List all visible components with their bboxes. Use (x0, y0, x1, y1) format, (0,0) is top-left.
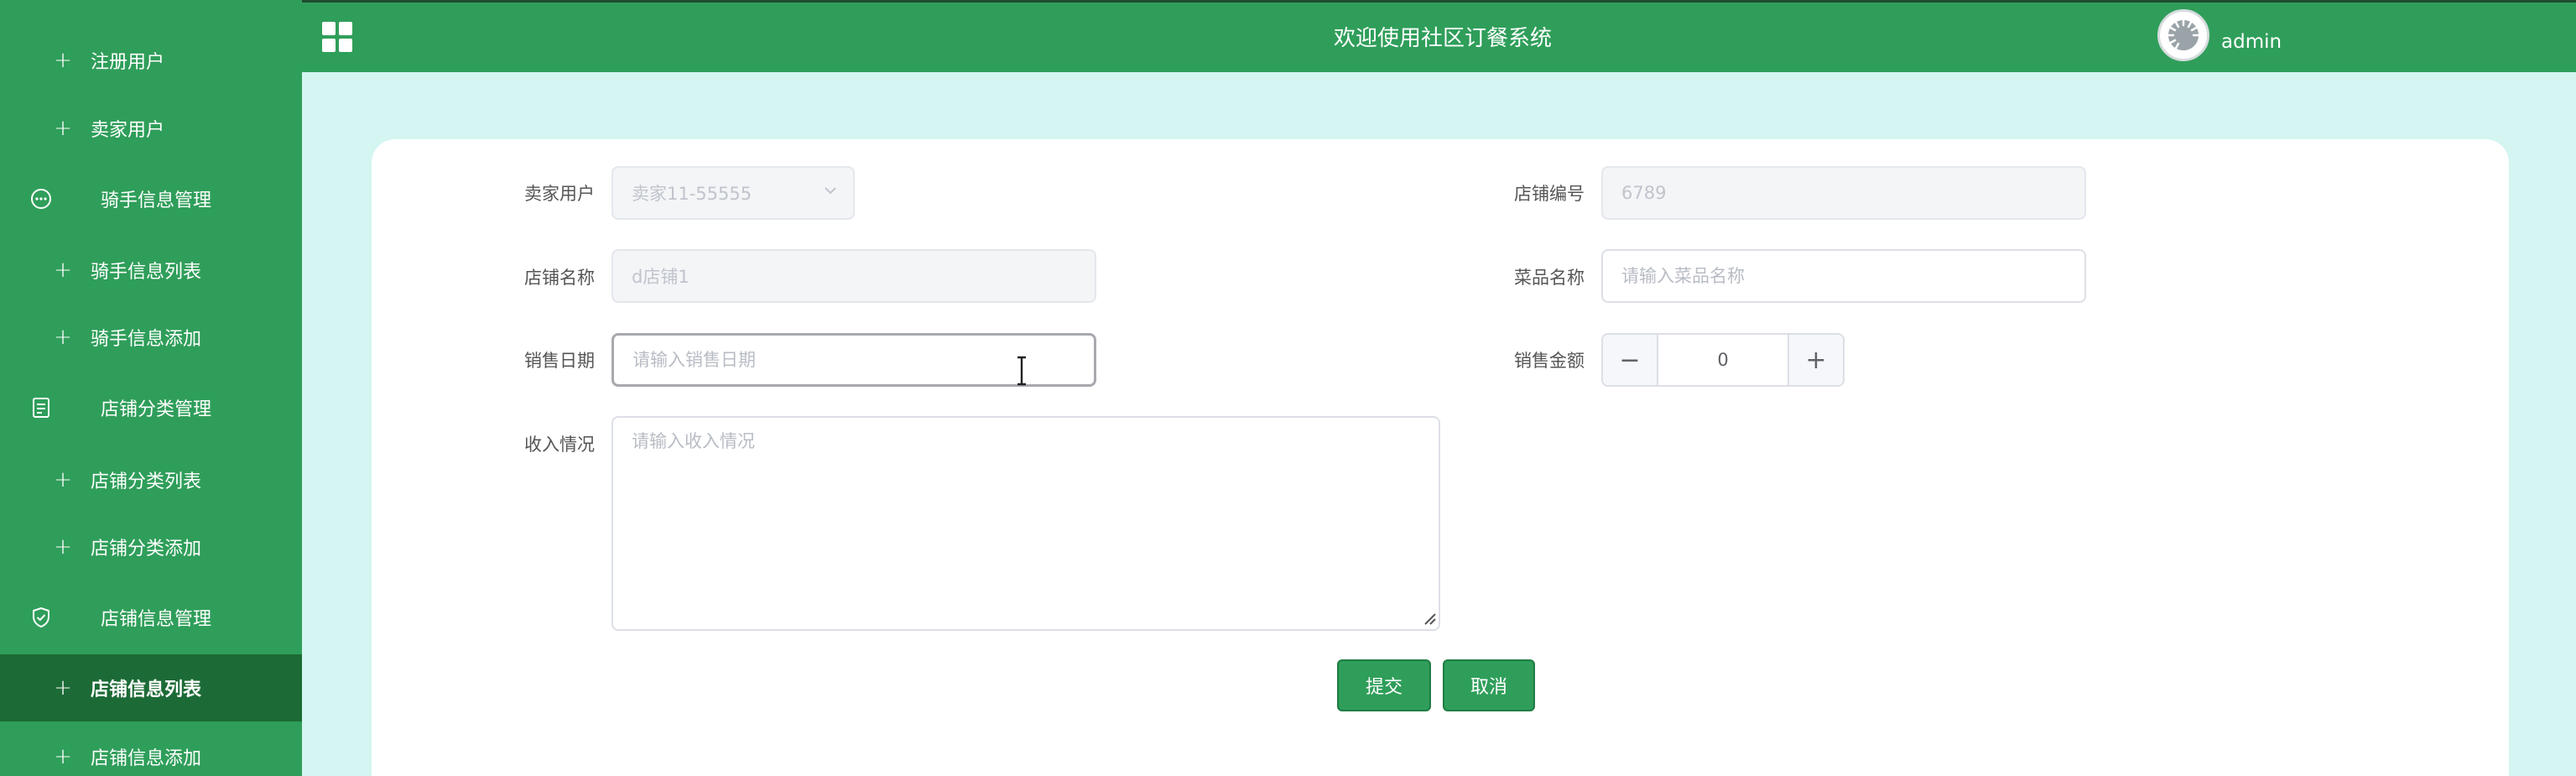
sidebar-group-label: 骑手信息管理 (101, 190, 212, 211)
sidebar-item-label: 店铺分类添加 (91, 539, 202, 560)
seller-select[interactable] (611, 166, 855, 220)
sidebar-group-label: 店铺信息管理 (101, 609, 212, 630)
plus-icon: + (54, 534, 72, 560)
plus-icon: + (54, 116, 72, 141)
shop-name-label: 店铺名称 (524, 268, 595, 288)
plus-icon: + (54, 258, 72, 283)
sale-date-label: 销售日期 (524, 351, 595, 371)
sidebar-item-label: 店铺分类列表 (91, 471, 202, 492)
plus-icon: + (54, 48, 72, 73)
app-title: 欢迎使用社区订餐系统 (1334, 26, 1553, 51)
sale-amount-value[interactable]: 0 (1658, 335, 1788, 385)
sidebar-item-rider-add[interactable]: + 骑手信息添加 (0, 304, 302, 371)
decrement-button[interactable]: − (1603, 335, 1658, 385)
avatar[interactable] (2157, 9, 2209, 61)
sidebar-group-label: 店铺分类管理 (101, 399, 212, 420)
seller-label: 卖家用户 (524, 184, 595, 204)
shop-no-label: 店铺编号 (1514, 184, 1585, 204)
plus-icon: + (54, 467, 72, 492)
sidebar-group-rider-management[interactable]: 骑手信息管理 (0, 164, 302, 234)
sidebar-group-shop-info-management[interactable]: 店铺信息管理 (0, 582, 302, 653)
sidebar-item-label: 骑手信息添加 (91, 329, 202, 350)
text-cursor-icon (1017, 356, 1026, 386)
sidebar: + 注册用户 + 卖家用户 骑手信息管理 + 骑手信息列表 + 骑手信息添加 店… (0, 0, 302, 776)
sidebar-item-shop-info-list[interactable]: + 店铺信息列表 (0, 654, 302, 721)
income-textarea[interactable] (611, 416, 1440, 631)
document-icon (29, 395, 54, 420)
sidebar-item-shop-category-add[interactable]: + 店铺分类添加 (0, 513, 302, 581)
sidebar-item-label: 店铺信息添加 (91, 748, 202, 769)
sidebar-group-shop-category-management[interactable]: 店铺分类管理 (0, 372, 302, 443)
cancel-button[interactable]: 取消 (1443, 659, 1535, 711)
sidebar-item-shop-category-list[interactable]: + 店铺分类列表 (0, 446, 302, 513)
sidebar-item-shop-info-add[interactable]: + 店铺信息添加 (0, 723, 302, 776)
sidebar-item-rider-list[interactable]: + 骑手信息列表 (0, 237, 302, 304)
submit-button[interactable]: 提交 (1337, 659, 1431, 711)
seller-select-input[interactable] (611, 166, 855, 220)
income-label: 收入情况 (524, 435, 595, 455)
dish-name-input[interactable] (1601, 249, 2086, 303)
resize-grip-icon[interactable] (1422, 611, 1437, 626)
menu-grid-icon[interactable] (322, 22, 352, 52)
shop-no-field[interactable] (1601, 166, 2086, 220)
sidebar-item-register-users[interactable]: + 注册用户 (0, 27, 302, 94)
chevron-down-icon (825, 187, 836, 195)
username[interactable]: admin (2221, 3, 2282, 75)
form-card: 卖家用户 店铺编号 店铺名称 菜品名称 销售日期 销售金额 − 0 + 收入情况… (372, 139, 2509, 776)
plus-icon: + (54, 325, 72, 350)
sidebar-item-seller-users[interactable]: + 卖家用户 (0, 95, 302, 162)
chat-bubble-icon (29, 186, 54, 211)
sidebar-item-label: 注册用户 (91, 52, 165, 73)
plus-icon: + (54, 675, 72, 700)
top-header: 欢迎使用社区订餐系统 admin (302, 0, 2576, 72)
shield-check-icon (29, 605, 54, 630)
sidebar-item-label: 骑手信息列表 (91, 262, 202, 283)
sidebar-item-label: 卖家用户 (91, 120, 165, 141)
plus-icon: + (54, 744, 72, 769)
sale-amount-label: 销售金额 (1514, 351, 1585, 371)
sidebar-item-label: 店铺信息列表 (91, 680, 202, 700)
shop-name-field[interactable] (611, 249, 1096, 303)
dish-name-label: 菜品名称 (1514, 268, 1585, 288)
sale-amount-stepper[interactable]: − 0 + (1601, 333, 1845, 387)
increment-button[interactable]: + (1788, 335, 1843, 385)
